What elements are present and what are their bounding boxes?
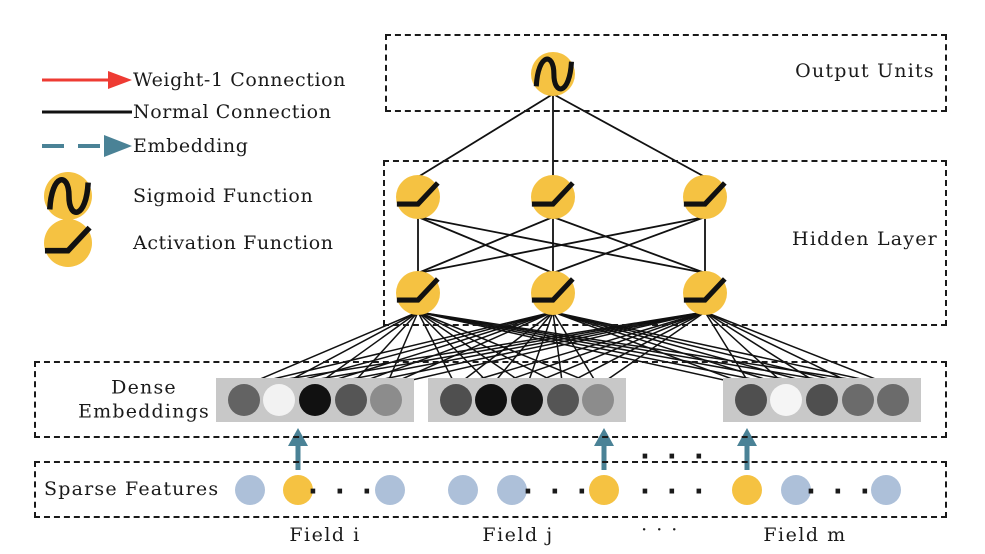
embedding-dot <box>439 384 472 416</box>
sparse-feature-dot-active <box>589 475 619 505</box>
embedding-dot <box>370 384 403 416</box>
activation-neuron-icon <box>44 219 92 267</box>
ellipsis-within-field: · · · <box>806 477 874 507</box>
neuron-glyph <box>683 181 727 207</box>
sparse-feature-dot-inactive <box>235 475 265 505</box>
embedding-dot <box>841 384 874 416</box>
activation-curve-icon <box>531 277 575 303</box>
sparse-features-label: Sparse Features <box>44 478 220 501</box>
activation-curve-icon <box>531 181 575 207</box>
hidden-layer-label: Hidden Layer <box>792 228 938 251</box>
hidden-lower-3 <box>683 271 727 315</box>
hidden-upper-3 <box>683 175 727 219</box>
embedding-dot <box>263 384 296 416</box>
neuron-glyph <box>683 277 727 303</box>
embedding-block-field-i <box>216 378 414 422</box>
neuron-glyph <box>531 277 575 303</box>
embedding-dot <box>734 384 767 416</box>
legend-label-3: Embedding <box>133 135 249 157</box>
output-unit-1 <box>531 52 575 96</box>
dense-embeddings-label: Dense Embeddings <box>74 376 214 424</box>
legend-label-2: Normal Connection <box>133 101 332 123</box>
activation-curve-icon <box>396 277 440 303</box>
sparse-feature-dot-active <box>732 475 762 505</box>
ellipsis-within-field: · · · <box>523 477 591 507</box>
activation-curve-icon <box>683 277 727 303</box>
neuron-glyph <box>396 181 440 207</box>
embedding-block-field-j <box>428 378 626 422</box>
dense-label-line1: Dense <box>111 376 177 399</box>
ellipsis-field-label-gap: · · · <box>641 519 679 541</box>
hidden-lower-1 <box>396 271 440 315</box>
neuron-glyph <box>47 176 91 216</box>
neuron-glyph <box>533 56 575 92</box>
embedding-dot <box>299 384 331 416</box>
red-arrow-icon <box>42 71 132 89</box>
activation-curve-icon <box>396 181 440 207</box>
embedding-dot <box>877 384 910 416</box>
legend-arrowhead <box>108 71 132 89</box>
embedding-dot <box>511 384 543 416</box>
black-line-icon <box>42 110 132 114</box>
hidden-lower-2 <box>531 271 575 315</box>
teal-dashed-arrow-icon <box>42 135 132 157</box>
embedding-dot <box>227 384 260 416</box>
output-units-label: Output Units <box>795 60 935 83</box>
activation-curve-icon <box>44 225 92 254</box>
embedding-dot <box>475 384 508 416</box>
neuron-glyph <box>396 277 440 303</box>
dense-label-line2: Embeddings <box>78 400 210 422</box>
legend-label-5: Activation Function <box>133 232 334 254</box>
sparse-field-i-label: Field i <box>289 524 361 546</box>
legend-label-1: Weight-1 Connection <box>133 69 347 91</box>
ellipsis-between-fields-lower: · · · <box>640 477 708 507</box>
sparse-field-m-label: Field m <box>763 524 847 546</box>
embedding-block-field-m <box>723 378 921 422</box>
embedding-dot <box>770 384 803 416</box>
sigmoid-curve-icon <box>533 56 575 92</box>
sigmoid-neuron-icon <box>44 172 92 220</box>
sparse-feature-dot-inactive <box>871 475 901 505</box>
embedding-dot <box>806 384 838 416</box>
hidden-upper-1 <box>396 175 440 219</box>
legend-arrowhead <box>104 135 132 157</box>
diagram-canvas: Output Units Hidden Layer Dense Embeddin… <box>0 0 985 554</box>
sparse-feature-dot-inactive <box>375 475 405 505</box>
embedding-dot <box>334 384 367 416</box>
ellipsis-between-fields-upper: · · · <box>640 442 708 472</box>
neuron-glyph <box>531 181 575 207</box>
neuron-glyph <box>44 225 92 254</box>
sparse-field-j-label: Field j <box>482 524 554 546</box>
activation-curve-icon <box>683 181 727 207</box>
legend-label-4: Sigmoid Function <box>133 185 314 207</box>
ellipsis-within-field: · · · <box>308 477 376 507</box>
embedding-dot <box>582 384 615 416</box>
sigmoid-curve-icon <box>47 176 91 216</box>
embedding-dot <box>546 384 579 416</box>
sparse-feature-dot-inactive <box>448 475 478 505</box>
hidden-upper-2 <box>531 175 575 219</box>
